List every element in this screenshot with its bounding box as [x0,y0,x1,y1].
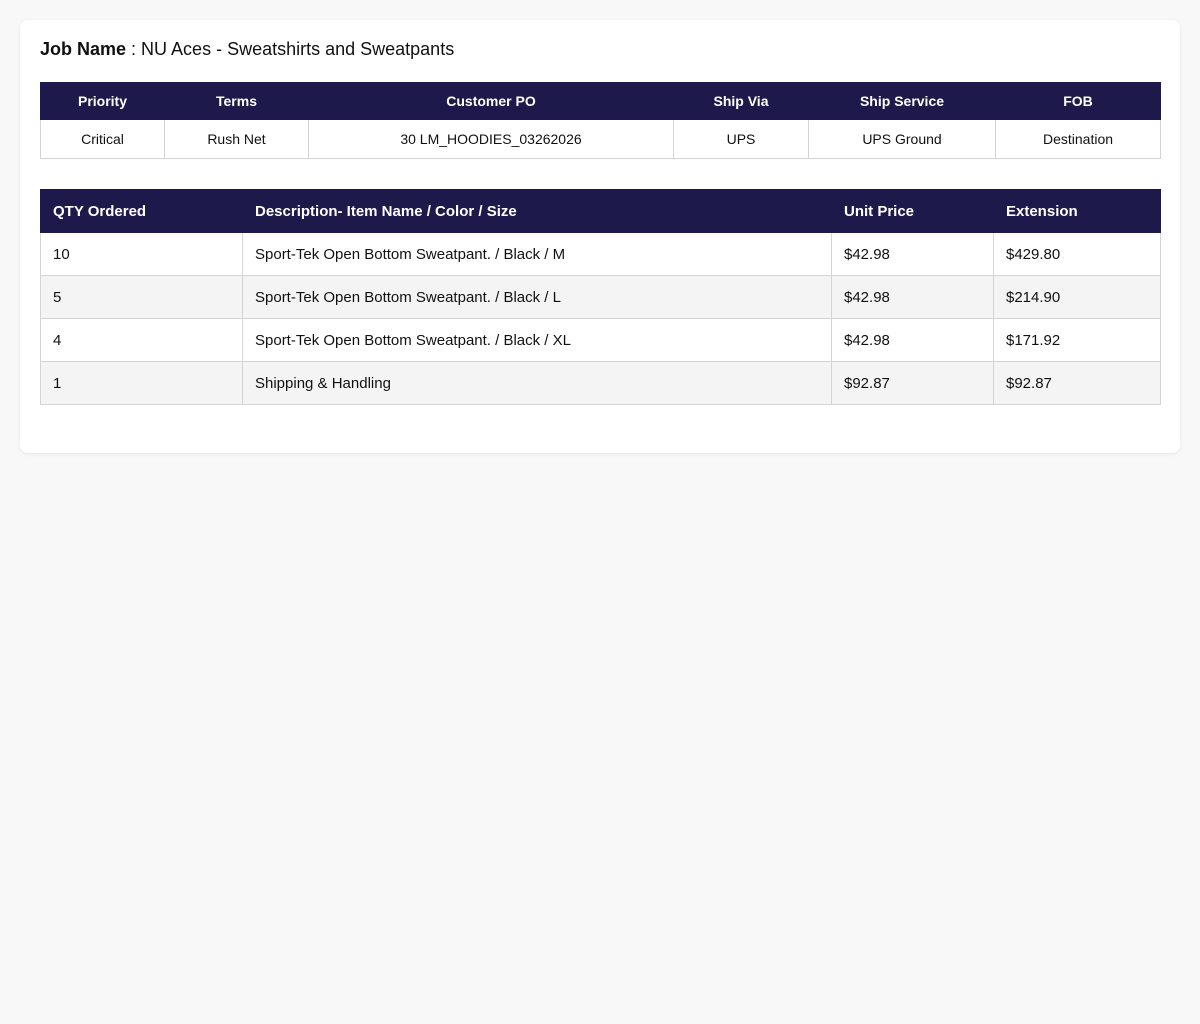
qty-cell: 10 [40,232,243,276]
extension-header: Extension [993,189,1161,233]
fob-header: FOB [995,82,1161,120]
description-cell: Sport-Tek Open Bottom Sweatpant. / Black… [242,318,832,362]
unit-price-cell: $42.98 [831,318,994,362]
table-row: 10 Sport-Tek Open Bottom Sweatpant. / Bl… [40,232,1161,276]
ship-via-value: UPS [673,119,809,159]
job-name-value: NU Aces - Sweatshirts and Sweatpants [141,39,455,59]
table-row: 5 Sport-Tek Open Bottom Sweatpant. / Bla… [40,275,1161,319]
qty-header: QTY Ordered [40,189,243,233]
description-cell: Sport-Tek Open Bottom Sweatpant. / Black… [242,275,832,319]
unit-price-cell: $92.87 [831,361,994,405]
qty-cell: 5 [40,275,243,319]
table-row: 1 Shipping & Handling $92.87 $92.87 [40,361,1161,405]
line-items-header-row: QTY Ordered Description- Item Name / Col… [40,189,1161,233]
job-name-label: Job Name [40,39,127,59]
customer-po-header: Customer PO [308,82,674,120]
unit-price-cell: $42.98 [831,275,994,319]
priority-value: Critical [40,119,165,159]
unit-price-header: Unit Price [831,189,994,233]
priority-header: Priority [40,82,165,120]
customer-po-value: 30 LM_HOODIES_03262026 [308,119,674,159]
qty-cell: 4 [40,318,243,362]
extension-cell: $429.80 [993,232,1161,276]
order-card: Job Name : NU Aces - Sweatshirts and Swe… [20,20,1180,453]
description-cell: Sport-Tek Open Bottom Sweatpant. / Black… [242,232,832,276]
terms-value: Rush Net [164,119,309,159]
ship-via-header: Ship Via [673,82,809,120]
description-cell: Shipping & Handling [242,361,832,405]
job-name-line: Job Name : NU Aces - Sweatshirts and Swe… [40,38,1160,60]
extension-cell: $214.90 [993,275,1161,319]
extension-cell: $92.87 [993,361,1161,405]
order-meta-values-row: Critical Rush Net 30 LM_HOODIES_03262026… [40,119,1161,159]
table-row: 4 Sport-Tek Open Bottom Sweatpant. / Bla… [40,318,1161,362]
terms-header: Terms [164,82,309,120]
description-header: Description- Item Name / Color / Size [242,189,832,233]
line-items-table: QTY Ordered Description- Item Name / Col… [40,189,1161,405]
order-meta-header-row: Priority Terms Customer PO Ship Via Ship… [40,82,1161,120]
order-meta-table: Priority Terms Customer PO Ship Via Ship… [40,82,1161,159]
unit-price-cell: $42.98 [831,232,994,276]
ship-service-value: UPS Ground [808,119,996,159]
fob-value: Destination [995,119,1161,159]
ship-service-header: Ship Service [808,82,996,120]
qty-cell: 1 [40,361,243,405]
job-name-separator: : [126,39,142,59]
extension-cell: $171.92 [993,318,1161,362]
